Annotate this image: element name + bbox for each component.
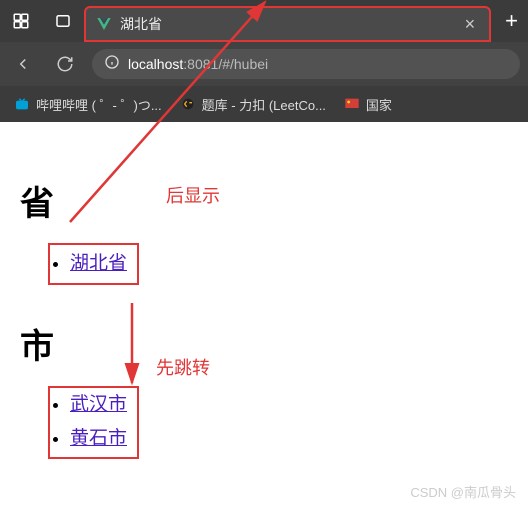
new-tab-button[interactable]: + [495,8,528,34]
browser-titlebar: 湖北省 × + [0,0,528,42]
bookmarks-bar: 哔哩哔哩 ( ゜- ゜)つ... 题库 - 力扣 (LeetCo... 国家 [0,86,528,122]
link-wuhan[interactable]: 武汉市 [70,394,127,415]
url-text: localhost:8081/#/hubei [128,56,268,72]
bookmark-label: 国家 [366,95,392,114]
close-tab-icon[interactable]: × [461,14,480,35]
city-box: 武汉市 黄石市 [48,386,139,458]
leetcode-icon [180,96,196,112]
browser-tab[interactable]: 湖北省 × [84,6,491,42]
list-item: 湖北省 [70,247,127,281]
site-info-icon[interactable] [104,54,120,75]
workspaces-icon[interactable] [0,0,42,42]
url-bar[interactable]: localhost:8081/#/hubei [92,49,520,79]
bookmark-label: 题库 - 力扣 (LeetCo... [202,95,326,114]
bookmark-bilibili[interactable]: 哔哩哔哩 ( ゜- ゜)つ... [8,91,168,118]
watermark: CSDN @南瓜骨头 [410,482,516,501]
page-content: 省 湖北省 后显示 市 先跳转 武汉市 黄石市 [0,122,528,479]
tab-title: 湖北省 [120,14,453,34]
tab-actions-icon[interactable] [42,0,84,42]
vue-favicon-icon [96,16,112,32]
link-huangshi[interactable]: 黄石市 [70,428,127,449]
flag-icon [344,96,360,112]
province-box: 湖北省 [48,243,139,285]
browser-toolbar: localhost:8081/#/hubei [0,42,528,86]
heading-city: 市 [20,319,508,368]
bookmark-leetcode[interactable]: 题库 - 力扣 (LeetCo... [174,91,332,118]
list-item: 武汉市 [70,388,127,422]
refresh-button[interactable] [50,49,80,79]
bookmark-guojia[interactable]: 国家 [338,91,398,118]
heading-province: 省 [20,176,508,225]
link-hubei[interactable]: 湖北省 [70,253,127,274]
list-item: 黄石市 [70,422,127,456]
bilibili-icon [14,96,30,112]
back-button[interactable] [8,49,38,79]
bookmark-label: 哔哩哔哩 ( ゜- ゜)つ... [36,95,162,114]
